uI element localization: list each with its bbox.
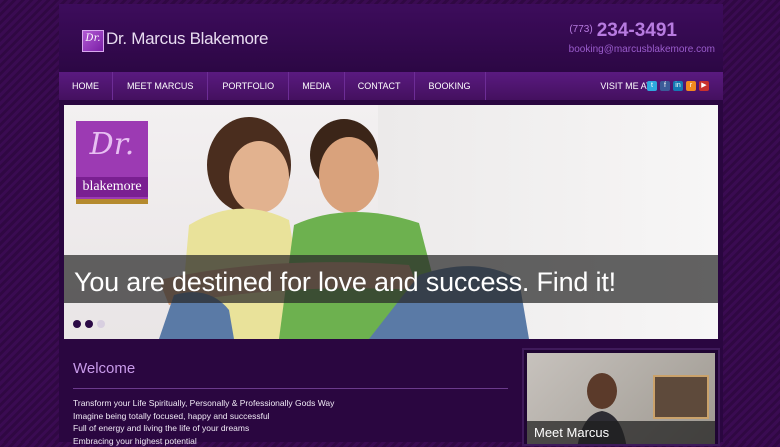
nav-item-portfolio[interactable]: PORTFOLIO [208, 72, 289, 100]
welcome-heading: Welcome [73, 360, 135, 377]
nav-item-contact[interactable]: CONTACT [345, 72, 415, 100]
nav-item-booking[interactable]: BOOKING [415, 72, 486, 100]
slider-dot[interactable] [97, 320, 105, 328]
hero-logo-underline [76, 199, 148, 204]
hero-slider[interactable]: Dr. blakemore You are destined for love … [64, 105, 718, 339]
hero-logo-dr: Dr. [76, 127, 148, 162]
page-frame: Dr. Dr. Marcus Blakemore (773) 234-3491 b… [59, 4, 723, 442]
facebook-icon[interactable]: f [660, 81, 670, 91]
social-links: t f in r ▶ [647, 81, 709, 91]
welcome-line: Embracing your highest potential [73, 435, 334, 447]
welcome-line: Full of energy and living the life of yo… [73, 422, 334, 435]
nav-item-meet-marcus[interactable]: MEET MARCUS [113, 72, 208, 100]
welcome-line: Transform your Life Spiritually, Persona… [73, 397, 334, 410]
youtube-icon[interactable]: ▶ [699, 81, 709, 91]
phone-number: (773) 234-3491 [569, 20, 677, 42]
hero-caption: You are destined for love and success. F… [74, 267, 616, 298]
phone-area-code: (773) [569, 24, 592, 35]
twitter-icon[interactable]: t [647, 81, 657, 91]
site-title[interactable]: Dr. Marcus Blakemore [106, 29, 268, 49]
meet-marcus-label: Meet Marcus [534, 425, 609, 440]
booking-email-link[interactable]: booking@marcusblakemore.com [569, 44, 715, 55]
nav-item-media[interactable]: MEDIA [289, 72, 345, 100]
hero-logo: Dr. blakemore [76, 121, 148, 199]
logo-mark-text: Dr. [83, 33, 103, 44]
site-header: Dr. Dr. Marcus Blakemore (773) 234-3491 b… [59, 4, 723, 72]
wall-painting [653, 375, 709, 419]
logo-mark[interactable]: Dr. [82, 30, 104, 52]
welcome-list: Transform your Life Spiritually, Persona… [73, 397, 334, 447]
visit-me-label: VISIT ME AT: [600, 72, 653, 100]
meet-marcus-card[interactable]: Meet Marcus [522, 348, 720, 446]
main-nav: HOME MEET MARCUS PORTFOLIO MEDIA CONTACT… [59, 72, 723, 100]
welcome-line: Imagine being totally focused, happy and… [73, 410, 334, 423]
linkedin-icon[interactable]: in [673, 81, 683, 91]
welcome-divider [73, 388, 508, 389]
phone-digits: 234-3491 [597, 20, 677, 41]
rss-icon[interactable]: r [686, 81, 696, 91]
slider-dot[interactable] [73, 320, 81, 328]
nav-item-home[interactable]: HOME [59, 72, 113, 100]
hero-logo-name: blakemore [76, 177, 148, 197]
slider-dots [73, 320, 105, 328]
hero-photo-couple [119, 105, 549, 339]
slider-dot[interactable] [85, 320, 93, 328]
